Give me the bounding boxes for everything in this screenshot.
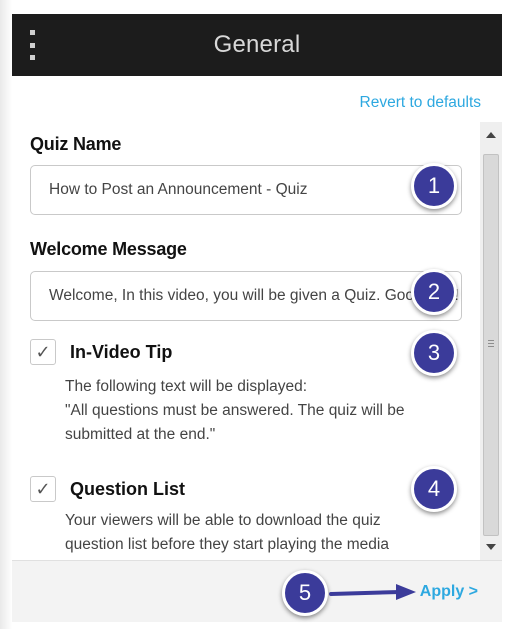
callout-badge: 3 <box>411 330 457 376</box>
in-video-tip-desc-line: "All questions must be answered. The qui… <box>65 402 405 419</box>
quiz-name-input[interactable]: How to Post an Announcement - Quiz <box>30 165 462 215</box>
settings-content: Quiz Name How to Post an Announcement - … <box>12 122 480 560</box>
arrow-up-icon[interactable] <box>480 126 502 144</box>
callout-badge: 4 <box>411 466 457 512</box>
in-video-tip-desc-line: The following text will be displayed: <box>65 378 308 395</box>
welcome-message-label: Welcome Message <box>30 239 187 259</box>
panel-footer: Apply > <box>12 560 502 622</box>
quiz-settings-panel: General Revert to defaults Quiz Name How… <box>0 0 505 629</box>
question-list-desc-line: Your viewers will be able to download th… <box>65 512 381 529</box>
question-list-description: Your viewers will be able to download th… <box>65 509 475 557</box>
grip-icon <box>488 340 494 347</box>
question-list-label: Question List <box>70 478 186 499</box>
vertical-scrollbar[interactable] <box>480 122 502 560</box>
apply-button[interactable]: Apply > <box>420 583 478 601</box>
scrollbar-thumb[interactable] <box>483 154 499 536</box>
welcome-message-input[interactable]: Welcome, In this video, you will be give… <box>30 271 462 321</box>
panel-title: General <box>213 31 301 58</box>
panel-header: General <box>12 14 502 76</box>
callout-badge: 2 <box>411 269 457 315</box>
panel-edge-shadow <box>0 0 12 629</box>
question-list-checkbox[interactable]: ✓ <box>30 476 56 502</box>
in-video-tip-description: The following text will be displayed: "A… <box>65 375 475 447</box>
in-video-tip-checkbox[interactable]: ✓ <box>30 339 56 365</box>
question-list-row: ✓ Question List <box>30 476 185 502</box>
in-video-tip-label: In-Video Tip <box>70 341 173 362</box>
arrow-down-icon[interactable] <box>480 538 502 556</box>
revert-to-defaults-link[interactable]: Revert to defaults <box>360 94 481 112</box>
callout-badge: 1 <box>411 163 457 209</box>
in-video-tip-desc-line: submitted at the end." <box>65 426 216 443</box>
in-video-tip-row: ✓ In-Video Tip <box>30 339 172 365</box>
question-list-desc-line: question list before they start playing … <box>65 536 389 553</box>
callout-badge: 5 <box>282 570 328 616</box>
quiz-name-label: Quiz Name <box>30 134 122 154</box>
